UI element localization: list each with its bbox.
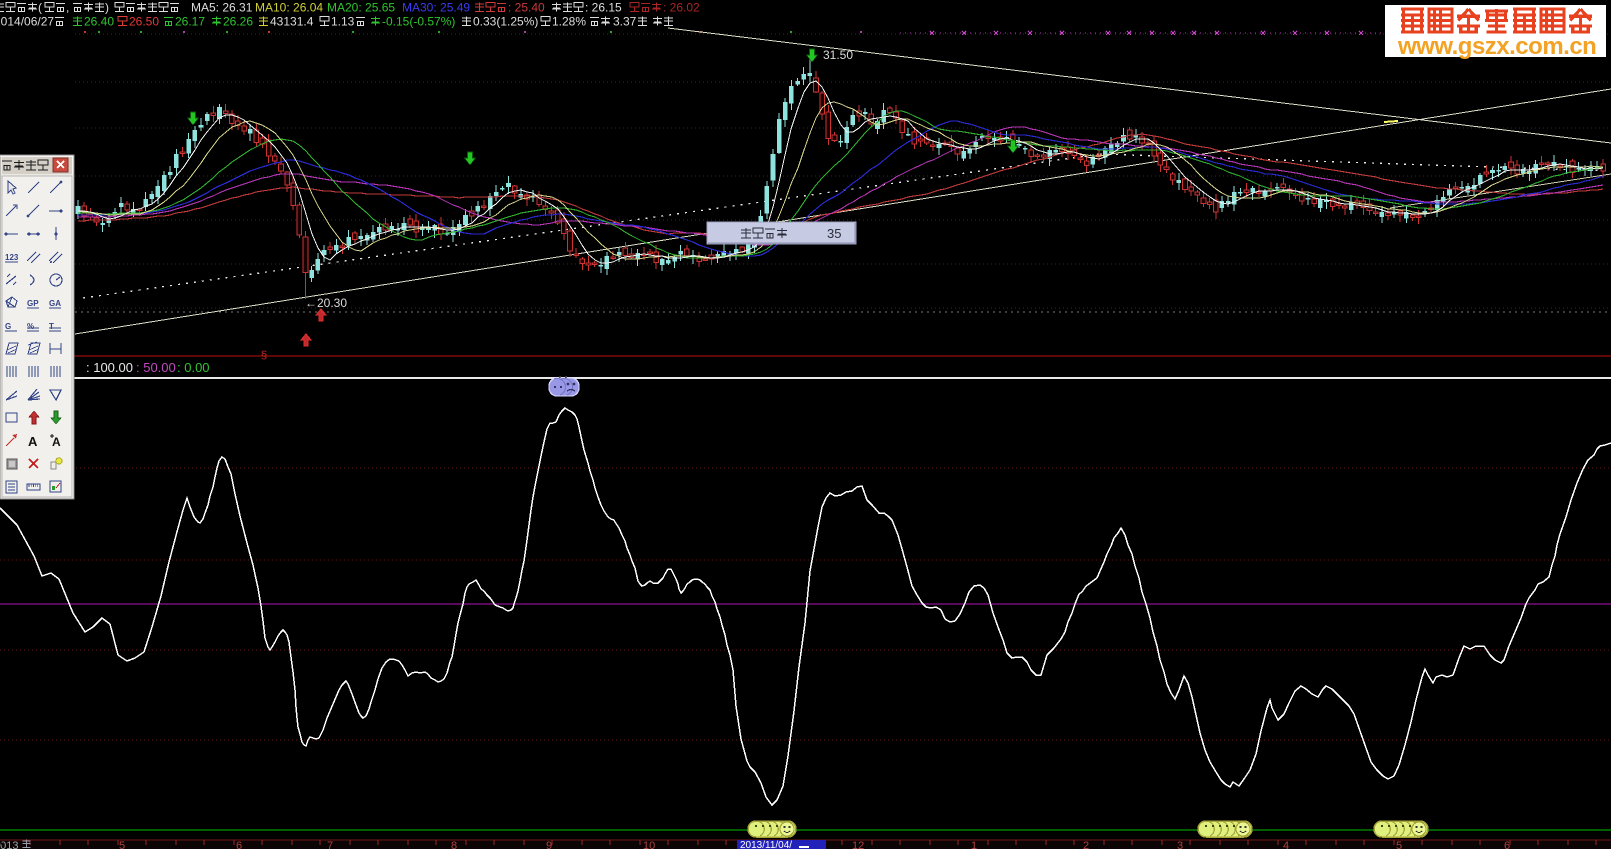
svg-text:G: G xyxy=(5,322,11,331)
svg-text:3.37: 3.37 xyxy=(613,15,637,29)
svg-text:GP: GP xyxy=(27,299,39,308)
svg-text:A: A xyxy=(28,434,38,449)
svg-text:←20.30: ←20.30 xyxy=(305,296,347,310)
svg-text:35: 35 xyxy=(827,226,841,241)
svg-text:MA30: 25.49: MA30: 25.49 xyxy=(402,1,470,15)
svg-text:12: 12 xyxy=(852,840,864,849)
svg-text:MA5: 26.31: MA5: 26.31 xyxy=(191,1,253,15)
svg-text:: 0.00: : 0.00 xyxy=(177,360,210,375)
svg-text:2014/06/27: 2014/06/27 xyxy=(0,15,54,29)
svg-text:1.13: 1.13 xyxy=(331,15,355,29)
svg-text:26.40: 26.40 xyxy=(84,15,114,29)
svg-text:26.50: 26.50 xyxy=(129,15,159,29)
svg-text:9: 9 xyxy=(546,840,552,849)
svg-text:26.17: 26.17 xyxy=(175,15,205,29)
svg-text:: 26.02: : 26.02 xyxy=(663,1,700,15)
svg-text:2: 2 xyxy=(1083,840,1089,849)
svg-text:3: 3 xyxy=(1177,840,1183,849)
svg-text:: 100.00: : 100.00 xyxy=(86,360,133,375)
svg-text:: 26.15: : 26.15 xyxy=(585,1,622,15)
svg-text:-0.15(-0.57%): -0.15(-0.57%) xyxy=(382,15,455,29)
svg-text:: 25.40: : 25.40 xyxy=(508,1,545,15)
svg-text:31.50: 31.50 xyxy=(823,48,853,62)
svg-text:10: 10 xyxy=(643,840,655,849)
svg-text:6: 6 xyxy=(236,840,242,849)
svg-text:,: , xyxy=(66,1,69,15)
svg-text:1: 1 xyxy=(971,840,977,849)
svg-text:5: 5 xyxy=(1396,840,1402,849)
svg-text:0.33(1.25%): 0.33(1.25%) xyxy=(473,15,538,29)
svg-text:7: 7 xyxy=(327,840,333,849)
svg-text:§: § xyxy=(261,349,267,361)
svg-text:MA10: 26.04: MA10: 26.04 xyxy=(255,1,323,15)
svg-text:8: 8 xyxy=(451,840,457,849)
svg-text:1.28%: 1.28% xyxy=(552,15,586,29)
svg-text:6: 6 xyxy=(1504,840,1510,849)
svg-text:26.26: 26.26 xyxy=(223,15,253,29)
svg-text:5: 5 xyxy=(119,840,125,849)
svg-text:GA: GA xyxy=(49,299,61,308)
svg-text:MA20: 25.65: MA20: 25.65 xyxy=(327,1,395,15)
svg-text:123: 123 xyxy=(5,253,19,262)
svg-text:(: ( xyxy=(38,1,42,15)
svg-text:A: A xyxy=(52,435,61,449)
svg-text:43131.4: 43131.4 xyxy=(270,15,314,29)
svg-text:2013: 2013 xyxy=(0,840,18,849)
svg-text:T: T xyxy=(49,322,54,331)
svg-text:%: % xyxy=(27,322,34,331)
svg-text:: 50.00: : 50.00 xyxy=(136,360,176,375)
svg-text:4: 4 xyxy=(1283,840,1289,849)
svg-text:): ) xyxy=(105,1,109,15)
svg-text:www.gszx.com.cn: www.gszx.com.cn xyxy=(1397,33,1596,60)
svg-text:2013/11/04/: 2013/11/04/ xyxy=(740,840,792,849)
